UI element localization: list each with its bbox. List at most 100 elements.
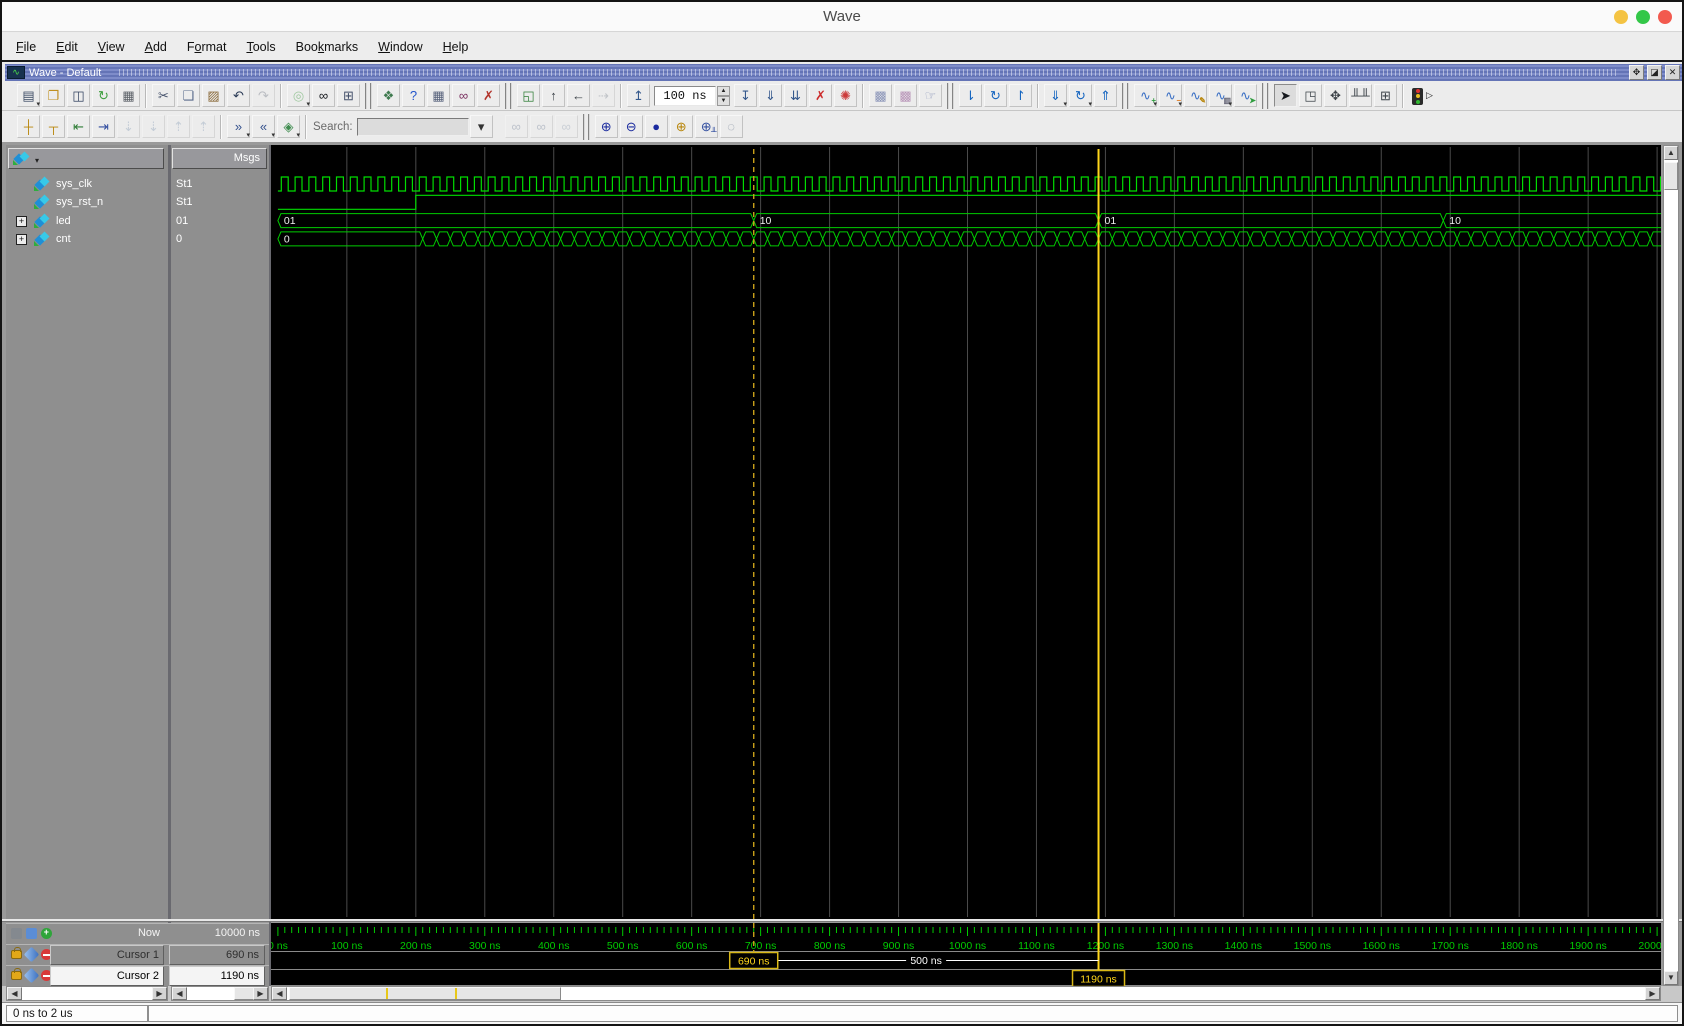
schematic-button[interactable]: ▩: [894, 84, 917, 107]
time-field[interactable]: 100 ns ▲ ▼: [654, 85, 730, 106]
scroll-left-arrow[interactable]: ◀: [272, 987, 287, 1000]
signal-tree-header[interactable]: ▾: [8, 148, 164, 169]
menu-view[interactable]: View: [88, 37, 135, 57]
next-falling-edge-button[interactable]: ⇣: [142, 115, 165, 138]
signal-row-led[interactable]: + led: [6, 213, 168, 231]
move-cycle-button[interactable]: ↻ ▾: [1069, 84, 1092, 108]
pane-drag-grip[interactable]: [119, 69, 1619, 76]
row-label[interactable]: Cursor 2: [50, 966, 164, 986]
prev-transition-button[interactable]: ⇤: [67, 115, 90, 138]
menu-format[interactable]: Format: [177, 37, 237, 57]
values-horizontal-scrollbar[interactable]: ◀ ▶: [171, 986, 269, 1001]
expand-icon[interactable]: +: [16, 233, 27, 245]
vertical-scroll-thumb[interactable]: [1664, 162, 1678, 190]
contract-time-button[interactable]: » ▾: [227, 115, 250, 139]
messages-icon[interactable]: [26, 928, 37, 939]
print-button[interactable]: ▦: [117, 84, 140, 107]
run-length-input[interactable]: 100 ns: [654, 85, 716, 106]
open-file-button[interactable]: ❐: [42, 84, 65, 107]
minimize-light[interactable]: [1614, 10, 1628, 24]
edit-cursor-icon[interactable]: [23, 946, 40, 963]
pan-mode-button[interactable]: ✥: [1324, 84, 1347, 107]
signal-value-row-cnt[interactable]: 0: [171, 231, 269, 249]
find-in-sim-button[interactable]: ∞: [452, 84, 475, 107]
chevron-down-icon[interactable]: ▾: [35, 156, 39, 165]
back-button[interactable]: ←: [567, 84, 590, 107]
undock-button[interactable]: ◪: [1647, 65, 1662, 80]
stop-button[interactable]: ✺: [834, 84, 857, 107]
names-horizontal-scrollbar[interactable]: ◀ ▶: [6, 986, 168, 1001]
now-row[interactable]: Now 10000 ns: [6, 923, 269, 944]
waveform-canvas[interactable]: 01 10 01 10 0: [271, 145, 1661, 919]
search-reverse-button[interactable]: ∞: [504, 115, 528, 138]
menu-bookmarks[interactable]: Bookmarks: [286, 37, 369, 57]
close-light[interactable]: [1658, 10, 1672, 24]
cut-button[interactable]: ✂: [152, 84, 175, 107]
run-continue-button[interactable]: ⇓: [759, 84, 782, 107]
next-rising-edge-button[interactable]: ⇡: [192, 115, 215, 138]
stop-light-button[interactable]: ▷: [1408, 86, 1433, 105]
redo-button[interactable]: ↷: [252, 84, 275, 107]
zoom-in-on-active-cursor-button[interactable]: ⊕: [669, 115, 693, 138]
delete-cursor-button[interactable]: ┬: [42, 115, 65, 138]
msgs-column-header[interactable]: Msgs: [172, 148, 267, 169]
prev-falling-edge-button[interactable]: ⇣: [117, 115, 140, 138]
values-scroll-thumb[interactable]: [234, 987, 254, 1000]
reload-button[interactable]: ↻: [92, 84, 115, 107]
remove-wave-button[interactable]: ∿ − ▾: [1159, 84, 1182, 108]
zoom-between-cursors-button[interactable]: ⊕ ╨: [694, 115, 718, 138]
add-wave-button[interactable]: ∿ + ▾: [1134, 84, 1157, 108]
scroll-left-arrow[interactable]: ◀: [7, 987, 22, 1000]
scroll-left-arrow[interactable]: ◀: [172, 987, 187, 1000]
waveform-svg[interactable]: 01 10 01 10 0: [271, 145, 1661, 919]
signal-value-row-sys_clk[interactable]: St1: [171, 176, 269, 194]
next-transition-button[interactable]: ⇥: [92, 115, 115, 138]
expand-time-button[interactable]: «▾: [252, 115, 275, 139]
goto-prev-marker-button[interactable]: ⇂: [959, 84, 982, 107]
scroll-down-arrow[interactable]: ▼: [1664, 971, 1678, 985]
titlebar[interactable]: Wave: [2, 2, 1682, 32]
row-label[interactable]: Now: [50, 924, 164, 944]
fold-button[interactable]: ◎ ▾: [287, 84, 310, 108]
signal-row-cnt[interactable]: + cnt: [6, 231, 168, 249]
time-spinner[interactable]: ▲ ▼: [717, 85, 730, 106]
delete-wave-button[interactable]: ✗: [477, 84, 500, 107]
search-options-button[interactable]: ∞: [554, 115, 578, 138]
run-all-button[interactable]: ⇊: [784, 84, 807, 107]
search-input[interactable]: [356, 117, 469, 136]
save-wave-format-button[interactable]: ∿ ▥ ▾: [1209, 84, 1232, 108]
goto-line-button[interactable]: ⊞: [337, 84, 360, 107]
find-button[interactable]: ∞: [312, 84, 335, 107]
run-button[interactable]: ↧: [734, 84, 757, 107]
wave-horizontal-scrollbar[interactable]: ◀ ▶: [271, 986, 1661, 1001]
pan-hand-button[interactable]: ☞: [919, 84, 942, 107]
signal-value-row-led[interactable]: 01: [171, 213, 269, 231]
menu-add[interactable]: Add: [135, 37, 177, 57]
signal-row-sys_clk[interactable]: sys_clk: [6, 176, 168, 194]
close-pane-button[interactable]: ✕: [1665, 65, 1680, 80]
zoom-other-button[interactable]: ◌: [719, 115, 743, 138]
zoom-mode-button[interactable]: ◳: [1299, 84, 1322, 107]
export-wave-button[interactable]: ∿ ➤: [1234, 84, 1257, 107]
select-mode-button[interactable]: ➤: [1274, 84, 1297, 107]
reload-markers-button[interactable]: ↻: [984, 84, 1007, 107]
spin-up-icon[interactable]: ▲: [717, 85, 730, 96]
save-button[interactable]: ◫: [67, 84, 90, 107]
row-label[interactable]: Cursor 1: [50, 945, 164, 965]
undo-button[interactable]: ↶: [227, 84, 250, 107]
cursor2-row[interactable]: Cursor 2 1190 ns: [6, 965, 269, 986]
add-memory-button[interactable]: ▦: [427, 84, 450, 107]
dock-button[interactable]: ✥: [1629, 65, 1644, 80]
compile-all-button[interactable]: ❖: [377, 84, 400, 107]
wave-pane-header[interactable]: ∿ Wave - Default ✥ ◪ ✕: [5, 64, 1682, 81]
spin-down-icon[interactable]: ▼: [717, 95, 730, 106]
maximize-light[interactable]: [1636, 10, 1650, 24]
prev-rising-edge-button[interactable]: ⇡: [167, 115, 190, 138]
timeline-ruler[interactable]: 0 ns 100 ns 200 ns 300 ns 400 ns 500 ns 600 ns…: [271, 923, 1661, 986]
search-forward-button[interactable]: ∞: [529, 115, 553, 138]
options-icon[interactable]: [11, 928, 22, 939]
signal-names-panel[interactable]: ▾ sys_clk sys_rst_n + led + cnt: [6, 145, 168, 919]
menu-edit[interactable]: Edit: [46, 37, 88, 57]
scroll-right-arrow[interactable]: ▶: [253, 987, 268, 1000]
signal-value-row-sys_rst_n[interactable]: St1: [171, 194, 269, 212]
